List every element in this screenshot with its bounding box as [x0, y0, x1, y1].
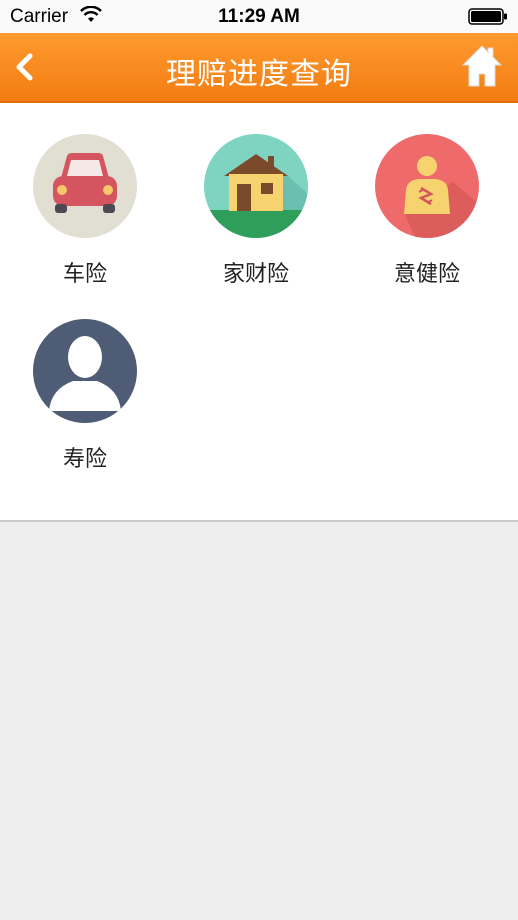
navigation-bar: 理赔进度查询 — [0, 33, 518, 103]
battery-icon — [468, 8, 507, 25]
house-icon — [204, 134, 308, 238]
tile-label: 意健险 — [393, 261, 460, 286]
tile-car-insurance[interactable]: 车险 — [0, 134, 170, 288]
tile-home-insurance[interactable]: 家财险 — [171, 134, 341, 288]
tile-accident-health-insurance[interactable]: 意健险 — [342, 134, 512, 288]
clock: 11:29 AM — [218, 6, 300, 27]
injured-person-icon — [375, 134, 479, 238]
car-icon — [33, 134, 137, 238]
insurance-type-grid: 车险 家财险 意健险 寿险 — [0, 103, 518, 522]
page-title: 理赔进度查询 — [166, 58, 352, 91]
home-icon[interactable] — [460, 43, 504, 89]
person-silhouette-icon — [33, 319, 137, 423]
tile-label: 寿险 — [62, 446, 107, 471]
tile-life-insurance[interactable]: 寿险 — [0, 319, 170, 473]
status-bar: Carrier 11:29 AM — [0, 0, 518, 33]
tile-label: 车险 — [62, 261, 107, 286]
tile-label: 家财险 — [222, 261, 289, 286]
